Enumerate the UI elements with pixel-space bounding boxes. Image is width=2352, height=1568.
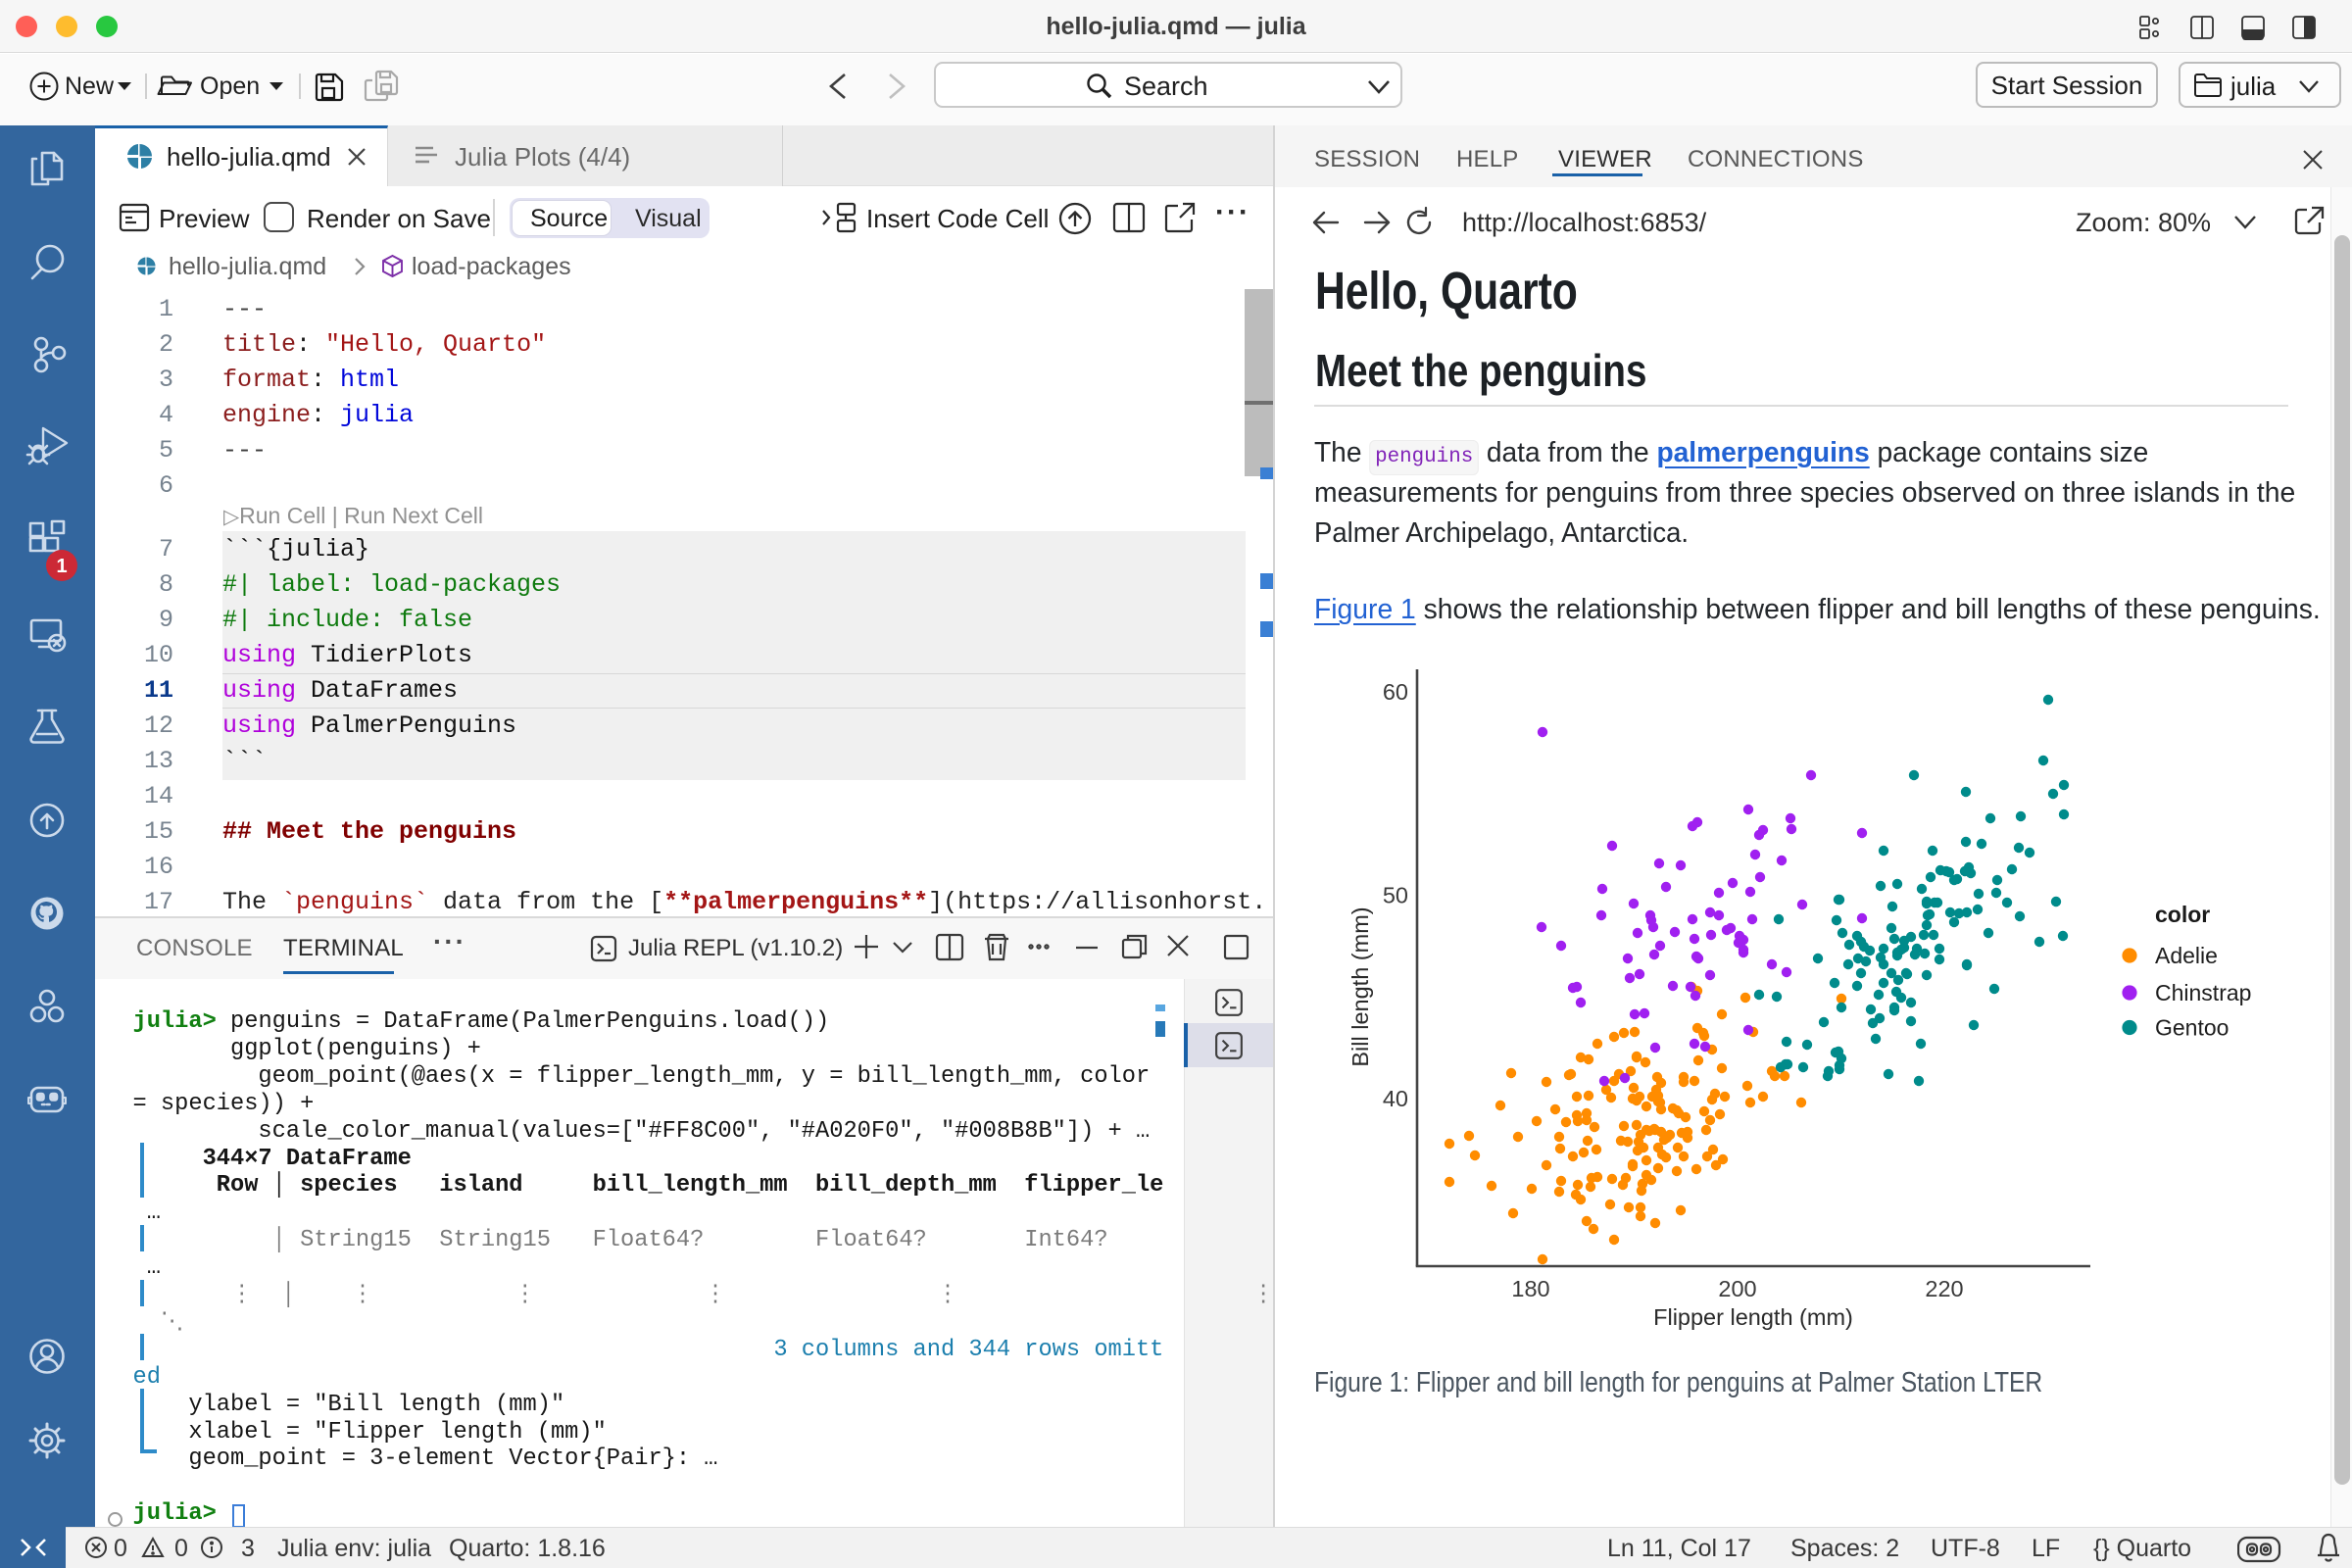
svg-text:Chinstrap: Chinstrap <box>2155 980 2251 1005</box>
svg-text:50: 50 <box>1383 883 1408 908</box>
svg-text:200: 200 <box>1718 1276 1756 1301</box>
svg-text:Flipper length (mm): Flipper length (mm) <box>1653 1304 1853 1330</box>
svg-text:color: color <box>2155 902 2210 927</box>
svg-text:Gentoo: Gentoo <box>2155 1015 2229 1041</box>
svg-text:220: 220 <box>1925 1276 1963 1301</box>
svg-text:60: 60 <box>1383 679 1408 705</box>
svg-text:Bill length (mm): Bill length (mm) <box>1348 906 1373 1066</box>
svg-text:180: 180 <box>1511 1276 1549 1301</box>
svg-text:40: 40 <box>1383 1086 1408 1111</box>
svg-text:Adelie: Adelie <box>2155 943 2218 968</box>
svg-text:1: 1 <box>56 556 67 577</box>
